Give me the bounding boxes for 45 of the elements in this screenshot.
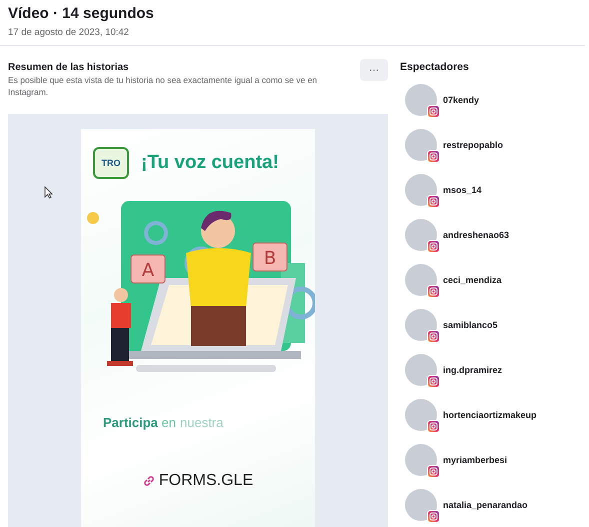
avatar[interactable]	[405, 128, 437, 160]
avatar[interactable]	[405, 354, 437, 386]
viewer-name[interactable]: myriamberbesi	[443, 454, 508, 464]
viewer-name[interactable]: restrepopablo	[443, 140, 504, 150]
section-title: Resumen de las historias	[8, 62, 130, 73]
story-link[interactable]: FORMS.GLE	[158, 472, 254, 490]
viewers-title: Espectadores	[400, 61, 470, 73]
instagram-icon	[427, 510, 440, 522]
avatar[interactable]	[405, 174, 437, 206]
viewer-name[interactable]: ceci_mendiza	[443, 274, 502, 284]
instagram-icon	[427, 240, 440, 252]
date-text: 17 de agosto de 2023, 10:42	[8, 27, 130, 38]
video-title: Vídeo · 14 segundos	[8, 5, 155, 22]
more-button[interactable]: ···	[360, 59, 388, 81]
avatar[interactable]	[405, 488, 437, 520]
avatar[interactable]	[405, 444, 437, 476]
viewer-name[interactable]: msos_14	[443, 184, 482, 194]
avatar[interactable]	[405, 84, 437, 116]
card-letter: A	[142, 260, 154, 281]
instagram-icon	[427, 150, 440, 162]
viewer-name[interactable]: hortenciaortizmakeup	[443, 410, 537, 420]
viewer-name[interactable]: andreshenao63	[443, 230, 510, 240]
card-letter: B	[264, 248, 276, 269]
instagram-icon	[427, 104, 440, 118]
instagram-icon	[427, 284, 440, 298]
instagram-icon	[427, 330, 440, 342]
viewer-name[interactable]: 07kendy	[443, 94, 480, 104]
section-description: Es posible que esta vista de tu historia no sea exactamente igual a como se ve en Instagram.	[8, 74, 318, 98]
instagram-icon	[427, 464, 440, 478]
avatar[interactable]	[405, 398, 437, 430]
avatar[interactable]	[405, 218, 437, 250]
cursor-icon	[44, 186, 53, 199]
story-headline: ¡Tu voz cuenta!	[141, 152, 279, 174]
instagram-icon	[427, 420, 440, 432]
story-tagline: Participa en	[103, 415, 176, 430]
viewer-name[interactable]: samiblanco5	[443, 320, 498, 330]
instagram-icon	[427, 374, 440, 388]
avatar[interactable]	[405, 264, 437, 296]
viewer-name[interactable]: natalia_penarandao	[443, 500, 528, 510]
instagram-icon	[427, 194, 440, 208]
avatar[interactable]	[405, 308, 437, 340]
viewer-name[interactable]: ing.dpramirez	[443, 364, 502, 374]
link-icon	[142, 475, 155, 487]
logo-badge: TRO	[93, 147, 129, 179]
faded-text: nuestra	[180, 415, 224, 430]
